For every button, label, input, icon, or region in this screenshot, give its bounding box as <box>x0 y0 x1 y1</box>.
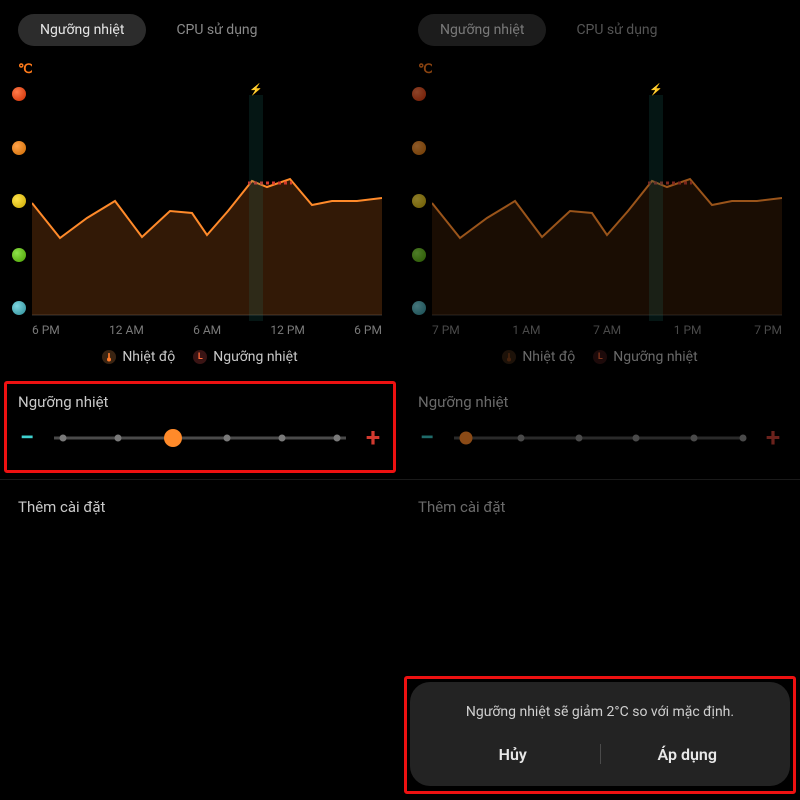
x-tick: 12 PM <box>270 323 305 337</box>
thermometer-icon <box>102 350 116 364</box>
y-axis-levels <box>412 87 426 315</box>
tabs: Ngưỡng nhiệt CPU sử dụng <box>0 0 400 56</box>
y-axis-unit: ℃ <box>418 62 433 77</box>
x-tick: 7 PM <box>754 323 782 337</box>
x-tick: 1 PM <box>674 323 702 337</box>
charging-icon: ⚡ <box>647 83 665 96</box>
increase-button[interactable]: + <box>364 425 382 451</box>
level-hot-icon <box>12 87 26 101</box>
threshold-icon: L <box>193 350 207 364</box>
thermometer-icon <box>502 350 516 364</box>
decrease-button[interactable]: − <box>18 425 36 451</box>
x-tick: 1 AM <box>512 323 540 337</box>
legend-label: Nhiệt độ <box>122 349 175 365</box>
y-axis-levels <box>12 87 26 315</box>
tab-threshold[interactable]: Ngưỡng nhiệt <box>18 14 146 46</box>
chart-legend: Nhiệt độ L Ngưỡng nhiệt <box>400 349 800 365</box>
level-very-cool-icon <box>12 301 26 315</box>
slider-row: − + <box>418 425 782 451</box>
level-warm-icon <box>412 141 426 155</box>
x-axis: 7 PM 1 AM 7 AM 1 PM 7 PM <box>432 323 782 337</box>
x-tick: 6 PM <box>354 323 382 337</box>
legend-temperature: Nhiệt độ <box>102 349 175 365</box>
legend-threshold: L Ngưỡng nhiệt <box>193 349 297 365</box>
legend-threshold: L Ngưỡng nhiệt <box>593 349 697 365</box>
slider-track[interactable] <box>48 429 352 447</box>
x-tick: 6 AM <box>193 323 221 337</box>
legend-label: Nhiệt độ <box>522 349 575 365</box>
pane-left: Ngưỡng nhiệt CPU sử dụng ℃ ⚡ 6 PM <box>0 0 400 800</box>
more-settings[interactable]: Thêm cài đặt <box>400 480 800 534</box>
slider-thumb[interactable] <box>460 432 473 445</box>
chart-area-fill <box>32 179 382 315</box>
level-very-cool-icon <box>412 301 426 315</box>
level-cool-icon <box>412 248 426 262</box>
x-tick: 12 AM <box>109 323 144 337</box>
chart-legend: Nhiệt độ L Ngưỡng nhiệt <box>0 349 400 365</box>
level-hot-icon <box>412 87 426 101</box>
increase-button[interactable]: + <box>764 425 782 451</box>
confirm-dialog: Ngưỡng nhiệt sẽ giảm 2°C so với mặc định… <box>410 682 790 786</box>
level-cool-icon <box>12 248 26 262</box>
legend-label: Ngưỡng nhiệt <box>213 349 297 365</box>
chart-area: ⚡ 6 PM 12 AM 6 AM 12 PM 6 PM <box>0 83 400 343</box>
tab-cpu-usage[interactable]: CPU sử dụng <box>554 14 679 46</box>
app-root: Ngưỡng nhiệt CPU sử dụng ℃ ⚡ 6 PM <box>0 0 800 800</box>
temperature-chart <box>32 83 382 317</box>
legend-label: Ngưỡng nhiệt <box>613 349 697 365</box>
x-axis: 6 PM 12 AM 6 AM 12 PM 6 PM <box>32 323 382 337</box>
slider-title: Ngưỡng nhiệt <box>18 393 382 411</box>
slider-thumb[interactable] <box>164 429 182 447</box>
threshold-slider-card: Ngưỡng nhiệt − + <box>400 379 800 479</box>
temperature-chart <box>432 83 782 317</box>
dialog-message: Ngưỡng nhiệt sẽ giảm 2°C so với mặc định… <box>426 704 774 720</box>
legend-temperature: Nhiệt độ <box>502 349 575 365</box>
x-tick: 6 PM <box>32 323 60 337</box>
more-settings[interactable]: Thêm cài đặt <box>0 480 400 534</box>
tab-cpu-usage[interactable]: CPU sử dụng <box>154 14 279 46</box>
threshold-icon: L <box>593 350 607 364</box>
level-warm-icon <box>12 141 26 155</box>
slider-title: Ngưỡng nhiệt <box>418 393 782 411</box>
tabs: Ngưỡng nhiệt CPU sử dụng <box>400 0 800 56</box>
y-axis-unit: ℃ <box>18 62 33 77</box>
level-neutral-icon <box>412 194 426 208</box>
dialog-actions: Hủy Áp dụng <box>426 730 774 778</box>
charging-icon: ⚡ <box>247 83 265 96</box>
charging-band <box>249 95 263 321</box>
pane-right: Ngưỡng nhiệt CPU sử dụng ℃ ⚡ 7 PM <box>400 0 800 800</box>
charging-band <box>649 95 663 321</box>
x-tick: 7 PM <box>432 323 460 337</box>
decrease-button[interactable]: − <box>418 425 436 451</box>
threshold-slider-card: Ngưỡng nhiệt − + <box>0 379 400 479</box>
tab-threshold[interactable]: Ngưỡng nhiệt <box>418 14 546 46</box>
slider-track[interactable] <box>448 429 752 447</box>
cancel-button[interactable]: Hủy <box>426 745 600 764</box>
chart-area: ⚡ 7 PM 1 AM 7 AM 1 PM 7 PM <box>400 83 800 343</box>
chart-area-fill <box>432 179 782 315</box>
level-neutral-icon <box>12 194 26 208</box>
x-tick: 7 AM <box>593 323 621 337</box>
slider-row: − + <box>18 425 382 451</box>
apply-button[interactable]: Áp dụng <box>601 745 775 764</box>
